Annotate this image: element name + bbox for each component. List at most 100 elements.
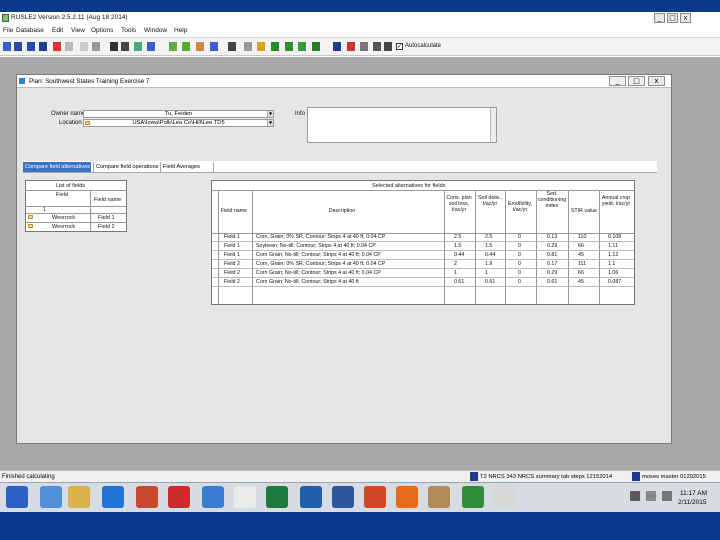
owner-label: Owner name <box>51 111 86 117</box>
menu-help[interactable]: Help <box>174 27 187 34</box>
acrobat-icon[interactable] <box>168 486 190 508</box>
autocalc-label: Autocalculate <box>405 43 442 49</box>
excel-icon[interactable] <box>266 486 288 508</box>
cell-yield: 1.11 <box>608 243 618 249</box>
word-icon[interactable] <box>332 486 354 508</box>
menu-options[interactable]: Options <box>91 27 113 34</box>
plan-minimize-button[interactable]: _ <box>609 76 626 86</box>
folder-icon <box>85 121 90 125</box>
minimize-button[interactable]: _ <box>654 13 665 23</box>
cell-field: Field 1 <box>224 234 240 240</box>
tray-flag-icon[interactable] <box>630 491 640 501</box>
alternatives-grid-title: Selected alternatives for fields <box>372 183 446 189</box>
undo-icon[interactable] <box>92 42 100 51</box>
table-row[interactable]: Field 2 Corn, Grain; 0% SR, Contour; Str… <box>212 261 634 269</box>
powerpoint-icon[interactable] <box>364 486 386 508</box>
list-item[interactable]: Wesrrock Field 1 <box>26 214 126 222</box>
plant-icon[interactable] <box>285 42 293 51</box>
cut-icon[interactable] <box>53 42 61 51</box>
copy-icon[interactable] <box>65 42 73 51</box>
cell-sci: 0.61 <box>547 279 558 285</box>
ie-icon[interactable] <box>40 486 62 508</box>
info-scrollbar[interactable] <box>490 108 496 142</box>
cell-soil-deliv: 1.9 <box>485 261 493 267</box>
new-icon[interactable] <box>3 42 11 51</box>
clock-time[interactable]: 11:17 AM <box>680 490 707 497</box>
lync-icon[interactable] <box>202 486 224 508</box>
save-icon[interactable] <box>14 42 22 51</box>
soil-icon[interactable] <box>182 42 190 51</box>
status-text: Finished calculating <box>2 474 55 480</box>
settings-icon[interactable] <box>428 486 450 508</box>
cell-stir: 45 <box>578 279 584 285</box>
snipping-icon[interactable] <box>136 486 158 508</box>
template-icon[interactable] <box>384 42 392 51</box>
taskbar-doc-2[interactable]: moses master 01292015 <box>642 474 706 480</box>
menu-database[interactable]: Database <box>16 27 44 34</box>
calculate-icon[interactable] <box>134 42 142 51</box>
chevron-down-icon[interactable]: ▼ <box>267 120 273 126</box>
tab-compare-field-operations[interactable]: Compare field operations <box>93 162 159 172</box>
profile-icon[interactable] <box>169 42 177 51</box>
folder-icon[interactable] <box>68 486 90 508</box>
management-icon[interactable] <box>210 42 218 51</box>
network-icon[interactable] <box>646 491 656 501</box>
outlook-icon[interactable] <box>300 486 322 508</box>
firefox-icon[interactable] <box>396 486 418 508</box>
report-icon[interactable] <box>347 42 355 51</box>
cell-erodibility: 0 <box>518 243 521 249</box>
info-textarea[interactable] <box>307 107 497 143</box>
crop-icon[interactable] <box>271 42 279 51</box>
menu-view[interactable]: View <box>71 27 85 34</box>
tab-compare-field-alternatives[interactable]: Compare field alternatives <box>23 162 91 172</box>
plan-close-button[interactable]: x <box>648 76 665 86</box>
plan-maximize-button[interactable]: □ <box>628 76 645 86</box>
strip-icon[interactable] <box>312 42 320 51</box>
owner-field[interactable]: Tu, Feiden ▼ <box>83 110 274 118</box>
cell-soil-deliv: 0.44 <box>485 252 496 258</box>
bracket-close-icon[interactable] <box>121 42 129 51</box>
vegetation-icon[interactable] <box>244 42 252 51</box>
operation-icon[interactable] <box>228 42 236 51</box>
table-row[interactable]: Field 1 Corn Grain; No-till; Contour; St… <box>212 252 634 260</box>
volume-icon[interactable] <box>662 491 672 501</box>
bracket-icon[interactable] <box>110 42 118 51</box>
tab-field-averages[interactable]: Field Averages <box>160 162 214 172</box>
notepad-icon[interactable] <box>494 486 516 508</box>
table-row[interactable]: Field 2 Corn Grain; No-till; Contour; St… <box>212 270 634 278</box>
menu-tools[interactable]: Tools <box>121 27 136 34</box>
divider <box>212 190 634 191</box>
rusle2-icon[interactable] <box>462 486 484 508</box>
climate-icon[interactable] <box>196 42 204 51</box>
info-label: Info <box>295 111 306 117</box>
plan-icon-button[interactable] <box>333 42 341 51</box>
menu-file[interactable]: File <box>3 27 13 34</box>
table-row[interactable]: Field 1 Corn, Grain; 0% SR, Contour; Str… <box>212 234 634 242</box>
residue-icon[interactable] <box>257 42 265 51</box>
grass-icon[interactable] <box>298 42 306 51</box>
table-row[interactable]: Field 2 Corn Grain; No-till; Contour; St… <box>212 279 634 287</box>
menu-window[interactable]: Window <box>144 27 167 34</box>
location-field[interactable]: USA\Iowa\Polk\Lea Co\Hill\Lee TD5 ▼ <box>83 119 274 127</box>
start-icon[interactable] <box>6 486 28 508</box>
internet-explorer-icon[interactable] <box>102 486 124 508</box>
close-button[interactable]: x <box>680 13 691 23</box>
cell-soil-loss: 1 <box>454 270 457 276</box>
taskbar-doc-1[interactable]: T2 NRCS 343 NRCS summary tab steps 12152… <box>480 474 612 480</box>
print-icon[interactable] <box>39 42 47 51</box>
menu-edit[interactable]: Edit <box>52 27 63 34</box>
plan-title: Plan: Southwest States Training Exercise… <box>29 78 150 85</box>
paste-icon[interactable] <box>80 42 88 51</box>
list-item[interactable]: Wesrrock Field 2 <box>26 223 126 231</box>
table-row[interactable]: Field 1 Soybean; No-till; Contour; Strip… <box>212 243 634 251</box>
worksheet-icon[interactable] <box>360 42 368 51</box>
folder-icon <box>28 224 33 228</box>
database-icon[interactable] <box>373 42 381 51</box>
chevron-down-icon[interactable]: ▼ <box>267 111 273 117</box>
autocalc-checkbox[interactable]: ✓ <box>396 43 403 50</box>
help-icon[interactable] <box>147 42 155 51</box>
save-all-icon[interactable] <box>27 42 35 51</box>
maximize-button[interactable]: □ <box>667 13 678 23</box>
clock-date[interactable]: 2/11/2015 <box>678 499 706 506</box>
calculator-icon[interactable] <box>234 486 256 508</box>
